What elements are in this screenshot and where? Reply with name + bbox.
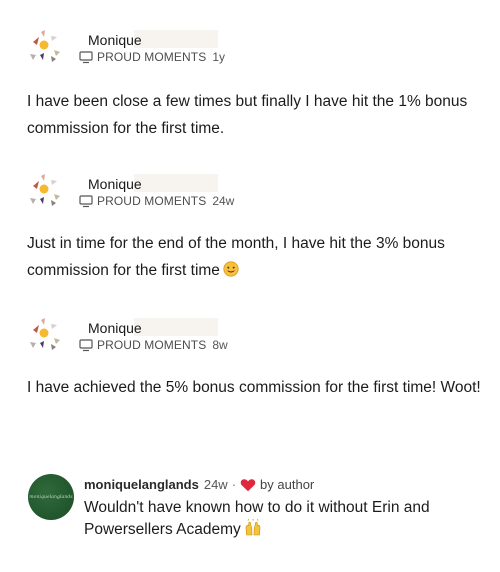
post-time[interactable]: 24w <box>212 194 234 208</box>
comment-text: Wouldn't have known how to do it without… <box>84 497 489 541</box>
topic-label[interactable]: PROUD MOMENTS <box>97 50 206 64</box>
post-meta: PROUD MOMENTS 1y <box>79 50 225 64</box>
floral-avatar-icon <box>30 174 60 206</box>
post-meta: PROUD MOMENTS 8w <box>79 338 228 352</box>
comment-header: moniquelanglands 24w · by author <box>84 477 314 492</box>
topic-label[interactable]: PROUD MOMENTS <box>97 194 206 208</box>
post-header: Monique PROUD MOMENTS 1y <box>0 28 500 72</box>
avatar-logo-text: moniquelanglands <box>29 494 73 500</box>
post-body: Just in time for the end of the month, I… <box>27 230 487 284</box>
comment: moniquelanglands moniquelanglands 24w · … <box>0 470 500 550</box>
post-1: Monique PROUD MOMENTS 1y I have been clo… <box>0 28 500 138</box>
author-badge: by author <box>260 477 315 492</box>
floral-avatar-icon <box>30 30 60 62</box>
comment-username[interactable]: moniquelanglands <box>84 477 199 492</box>
heart-icon[interactable] <box>240 478 256 492</box>
comment-time[interactable]: 24w <box>204 477 228 492</box>
post-header: Monique PROUD MOMENTS 24w <box>0 172 500 216</box>
post-meta: PROUD MOMENTS 24w <box>79 194 234 208</box>
post-body: I have achieved the 5% bonus commission … <box>27 379 481 396</box>
name-redaction <box>134 318 218 336</box>
name-redaction <box>134 174 218 192</box>
author-name[interactable]: Monique <box>88 176 142 192</box>
post-body: I have been close a few times but finall… <box>27 93 468 137</box>
avatar[interactable] <box>27 316 71 360</box>
author-name[interactable]: Monique <box>88 320 142 336</box>
avatar[interactable] <box>27 172 71 216</box>
post-time[interactable]: 1y <box>212 50 225 64</box>
post-2: Monique PROUD MOMENTS 24w Just in time f… <box>0 172 500 282</box>
post-header: Monique PROUD MOMENTS 8w <box>0 316 500 360</box>
monitor-icon <box>79 338 93 351</box>
raising-hands-icon <box>245 519 261 536</box>
floral-avatar-icon <box>30 318 60 350</box>
separator-dot: · <box>231 477 237 492</box>
avatar[interactable] <box>27 28 71 72</box>
monitor-icon <box>79 50 93 63</box>
name-redaction <box>134 30 218 48</box>
monitor-icon <box>79 194 93 207</box>
post-3: Monique PROUD MOMENTS 8w I have achieved… <box>0 316 500 426</box>
topic-label[interactable]: PROUD MOMENTS <box>97 338 206 352</box>
author-name[interactable]: Monique <box>88 32 142 48</box>
post-time[interactable]: 8w <box>212 338 227 352</box>
smiling-face-icon <box>223 261 239 277</box>
comment-avatar[interactable]: moniquelanglands <box>28 474 74 520</box>
